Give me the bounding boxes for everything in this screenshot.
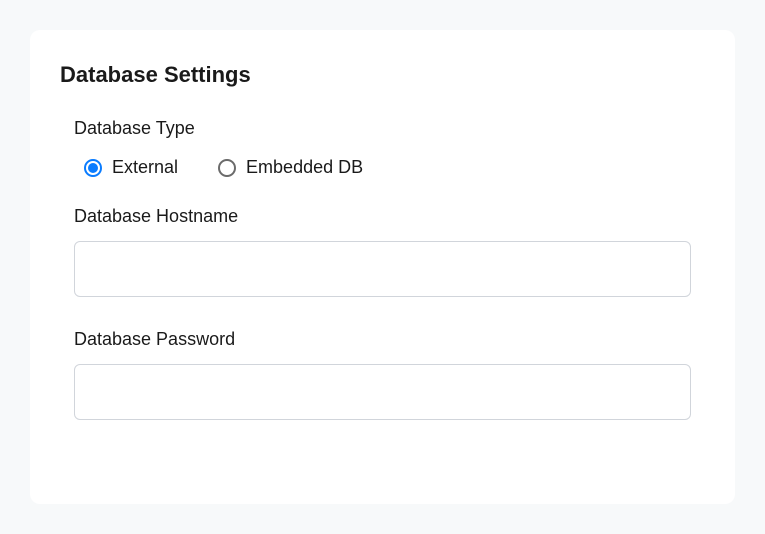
radio-dot-icon bbox=[88, 163, 98, 173]
radio-icon bbox=[218, 159, 236, 177]
card-title: Database Settings bbox=[60, 62, 711, 88]
radio-external[interactable]: External bbox=[84, 157, 178, 178]
hostname-input[interactable] bbox=[74, 241, 691, 297]
radio-external-label: External bbox=[112, 157, 178, 178]
radio-embedded[interactable]: Embedded DB bbox=[218, 157, 363, 178]
database-type-radio-group: External Embedded DB bbox=[74, 157, 691, 178]
password-field-group: Database Password bbox=[74, 329, 691, 448]
form-section: Database Type External Embedded DB Datab… bbox=[54, 118, 711, 448]
radio-icon bbox=[84, 159, 102, 177]
settings-card: Database Settings Database Type External… bbox=[30, 30, 735, 504]
password-input[interactable] bbox=[74, 364, 691, 420]
database-type-label: Database Type bbox=[74, 118, 691, 139]
password-label: Database Password bbox=[74, 329, 691, 350]
hostname-field-group: Database Hostname bbox=[74, 206, 691, 325]
radio-embedded-label: Embedded DB bbox=[246, 157, 363, 178]
hostname-label: Database Hostname bbox=[74, 206, 691, 227]
